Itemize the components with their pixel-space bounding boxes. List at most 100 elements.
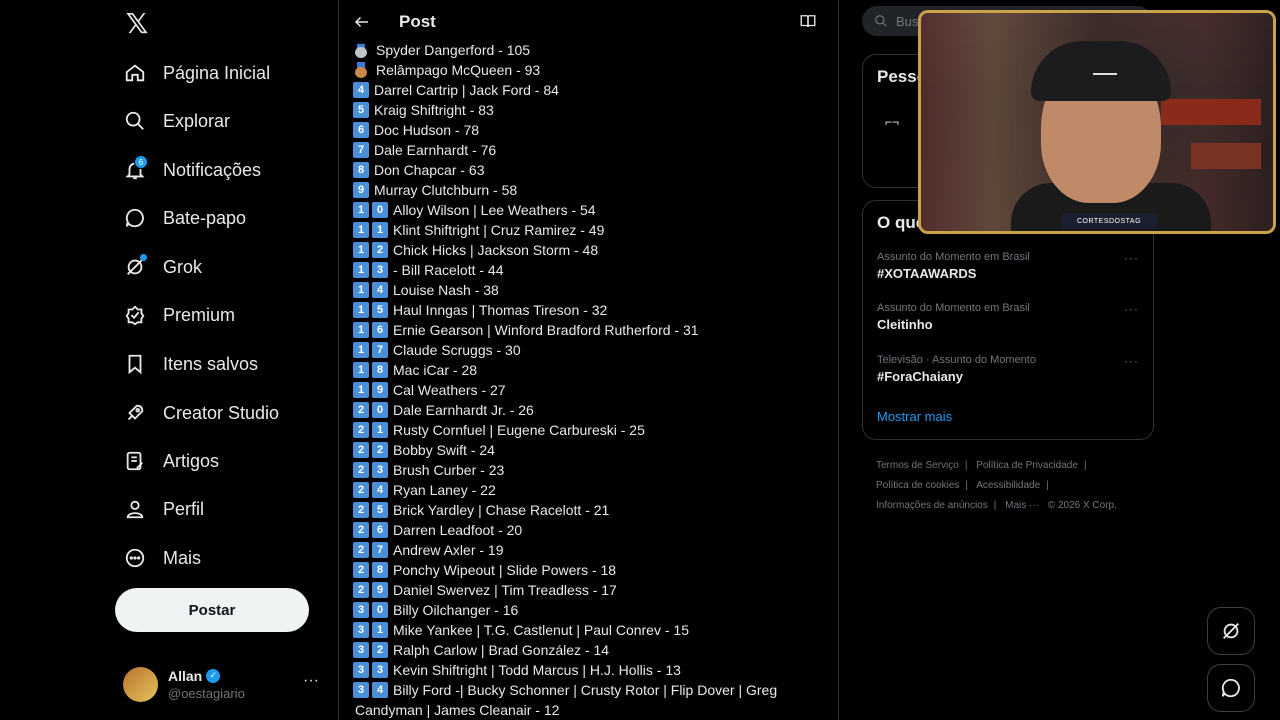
list-item-text: Darren Leadfoot - 20 xyxy=(393,522,523,538)
list-item: 1 8 Mac iCar - 28 xyxy=(353,360,823,380)
post-button[interactable]: Postar xyxy=(115,588,309,632)
post-ranking-list: Spyder Dangerford - 105 Relâmpago McQueen… xyxy=(353,28,823,720)
account-switcher[interactable]: Allan ✓ @oestagiario ··· xyxy=(123,664,333,704)
more-circle-icon xyxy=(120,543,150,573)
number-keycap-icon: 1 xyxy=(372,622,388,638)
reader-mode-icon[interactable] xyxy=(799,12,819,32)
list-item: 4 Darrel Cartrip | Jack Ford - 84 xyxy=(353,80,823,100)
nav-premium[interactable]: Premium xyxy=(120,295,235,335)
x-logo-icon[interactable]: 𝕏 xyxy=(122,8,152,39)
number-keycap-icon: 0 xyxy=(372,602,388,618)
nav-explore[interactable]: Explorar xyxy=(120,101,230,141)
list-item: 2 1 Rusty Cornfuel | Eugene Carbureski - 2… xyxy=(353,420,823,440)
number-keycap-icon: 0 xyxy=(372,402,388,418)
list-item-text: Louise Nash - 38 xyxy=(393,282,499,298)
grok-float-button[interactable] xyxy=(1207,607,1255,655)
list-item-text: Dale Earnhardt Jr. - 26 xyxy=(393,402,534,418)
trends-card: O que Assunto do Momento em Brasil #XOTA… xyxy=(862,200,1154,440)
more-icon[interactable]: ··· xyxy=(303,672,319,690)
list-item: 2 4 Ryan Laney - 22 xyxy=(353,480,823,500)
number-keycap-icon: 1 xyxy=(353,322,369,338)
list-item: 1 2 Chick Hicks | Jackson Storm - 48 xyxy=(353,240,823,260)
trend-item[interactable]: Assunto do Momento em Brasil Cleitinho ·… xyxy=(877,302,1147,332)
show-more-link[interactable]: Mostrar mais xyxy=(877,409,952,424)
nav-chat[interactable]: Bate-papo xyxy=(120,198,246,238)
trend-item[interactable]: Assunto do Momento em Brasil #XOTAAWARDS… xyxy=(877,251,1147,281)
number-keycap-icon: 3 xyxy=(353,642,369,658)
person-icon xyxy=(120,494,150,524)
notification-badge: 6 xyxy=(134,155,148,169)
trend-name: Cleitinho xyxy=(877,317,933,332)
list-item-text: Daniel Swervez | Tim Treadless - 17 xyxy=(393,582,617,598)
list-item-text: Brick Yardley | Chase Racelott - 21 xyxy=(393,502,610,518)
list-item-text: Mac iCar - 28 xyxy=(393,362,478,378)
number-keycap-icon: 3 xyxy=(372,262,388,278)
trend-item[interactable]: Televisão · Assunto do Momento #ForaChai… xyxy=(877,354,1147,384)
number-keycap-icon: 1 xyxy=(353,382,369,398)
number-keycap-icon: 2 xyxy=(353,582,369,598)
list-item: 2 2 Bobby Swift - 24 xyxy=(353,440,823,460)
more-icon[interactable]: ··· xyxy=(1124,354,1139,368)
nav-home[interactable]: Página Inicial xyxy=(120,53,270,93)
nav-creator-studio[interactable]: Creator Studio xyxy=(120,393,279,433)
footer-link[interactable]: Política de Privacidade xyxy=(976,460,1078,471)
list-item-text: Ernie Gearson | Winford Bradford Rutherf… xyxy=(393,322,699,338)
nav-more[interactable]: Mais xyxy=(120,538,201,578)
more-icon[interactable]: ··· xyxy=(1124,302,1139,316)
nav-profile[interactable]: Perfil xyxy=(120,489,204,529)
nav-bookmarks[interactable]: Itens salvos xyxy=(120,344,258,384)
number-keycap-icon: 7 xyxy=(372,542,388,558)
nav-articles[interactable]: Artigos xyxy=(120,441,219,481)
number-keycap-icon: 8 xyxy=(372,362,388,378)
grok-icon xyxy=(120,252,150,282)
number-keycap-icon: 2 xyxy=(353,422,369,438)
number-keycap-icon: 9 xyxy=(372,582,388,598)
nav-label: Itens salvos xyxy=(163,353,259,374)
messages-float-button[interactable] xyxy=(1207,664,1255,712)
footer-link[interactable]: Informações de anúncios xyxy=(876,500,988,511)
number-keycap-icon: 3 xyxy=(353,682,369,698)
chat-icon xyxy=(120,203,150,233)
number-keycap-icon: 5 xyxy=(372,302,388,318)
list-item: 6 Doc Hudson - 78 xyxy=(353,120,823,140)
number-keycap-icon: 2 xyxy=(353,522,369,538)
number-keycap-icon: 2 xyxy=(353,442,369,458)
number-keycap-icon: 5 xyxy=(372,502,388,518)
nav-label: Premium xyxy=(163,304,236,325)
footer-link[interactable]: Política de cookies xyxy=(876,480,959,491)
more-icon[interactable]: ··· xyxy=(1124,251,1139,265)
list-item-text: Kevin Shiftright | Todd Marcus | H.J. Ho… xyxy=(393,662,681,678)
footer-link[interactable]: Acessibilidade xyxy=(976,480,1040,491)
list-item: 2 8 Ponchy Wipeout | Slide Powers - 18 xyxy=(353,560,823,580)
number-keycap-icon: 2 xyxy=(353,402,369,418)
number-keycap-icon: 1 xyxy=(353,342,369,358)
number-keycap-icon: 4 xyxy=(353,82,369,98)
back-arrow-icon[interactable] xyxy=(351,11,373,33)
list-item: 3 1 Mike Yankee | T.G. Castlenut | Paul Co… xyxy=(353,620,823,640)
webcam-shelf xyxy=(1191,143,1261,169)
list-item-text: Alloy Wilson | Lee Weathers - 54 xyxy=(393,202,596,218)
footer-link[interactable]: Termos de Serviço xyxy=(876,460,959,471)
search-icon xyxy=(120,106,150,136)
list-item: 2 7 Andrew Axler - 19 xyxy=(353,540,823,560)
list-item: 13 - Bill Racelott - 44 xyxy=(353,260,823,280)
list-item-text: Kraig Shiftright - 83 xyxy=(374,102,494,118)
list-item: 2 9 Daniel Swervez | Tim Treadless - 17 xyxy=(353,580,823,600)
bell-icon: 6 xyxy=(120,155,150,185)
trend-meta: Assunto do Momento em Brasil xyxy=(877,251,1030,263)
number-keycap-icon: 2 xyxy=(372,242,388,258)
nav-notifications[interactable]: 6 Notificações xyxy=(120,150,261,190)
list-item-text: Darrel Cartrip | Jack Ford - 84 xyxy=(374,82,559,98)
webcam-tag: CORTESDOSTAG xyxy=(1061,213,1157,229)
list-item-text: Doc Hudson - 78 xyxy=(374,122,480,138)
list-item: 7 Dale Earnhardt - 76 xyxy=(353,140,823,160)
expand-icon[interactable]: ⌐¬ xyxy=(885,115,899,129)
premium-icon xyxy=(120,300,150,330)
number-keycap-icon: 6 xyxy=(353,122,369,138)
trend-name: #XOTAAWARDS xyxy=(877,266,977,281)
number-keycap-icon: 3 xyxy=(353,662,369,678)
list-item: Relâmpago McQueen - 93 xyxy=(353,60,823,80)
nav-grok[interactable]: Grok xyxy=(120,247,202,287)
footer-link[interactable]: Mais ··· xyxy=(1005,500,1039,511)
number-keycap-icon: 0 xyxy=(372,202,388,218)
